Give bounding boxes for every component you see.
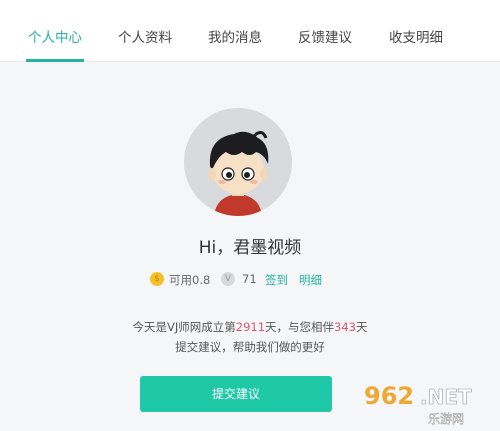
- v-coin-icon: V: [221, 272, 235, 286]
- checkin-link[interactable]: 签到: [265, 272, 288, 288]
- coin-icon: $: [150, 272, 164, 286]
- info-line-1: 今天是VJ师网成立第2911天，与您相伴343天: [0, 317, 500, 337]
- svg-text:962: 962: [364, 382, 414, 410]
- info-prefix: 今天是VJ师网成立第: [132, 320, 236, 334]
- submit-feedback-button[interactable]: 提交建议: [140, 376, 332, 412]
- info-line-2: 提交建议，帮助我们做的更好: [175, 340, 325, 354]
- info-middle: 天，与您相伴: [265, 320, 335, 334]
- details-link[interactable]: 明细: [299, 272, 322, 288]
- tab-personal-center[interactable]: 个人中心: [28, 26, 82, 46]
- info-suffix: 天: [356, 320, 368, 334]
- cartoon-avatar-icon: [184, 108, 292, 216]
- tab-transactions[interactable]: 收支明细: [389, 26, 443, 46]
- tab-feedback[interactable]: 反馈建议: [298, 26, 352, 46]
- active-tab-indicator: [26, 59, 84, 62]
- svg-text:.NET: .NET: [420, 385, 472, 409]
- available-balance: 可用0.8: [169, 273, 211, 287]
- info-text: 今天是VJ师网成立第2911天，与您相伴343天 提交建议，帮助我们做的更好: [0, 317, 500, 357]
- site-days: 2911: [235, 320, 266, 334]
- avatar[interactable]: [184, 108, 292, 216]
- site-watermark-logo: 962 .NET 乐游网: [358, 378, 496, 428]
- svg-text:乐游网: 乐游网: [428, 412, 464, 426]
- user-days: 343: [334, 320, 356, 334]
- tab-messages[interactable]: 我的消息: [208, 26, 262, 46]
- user-greeting: Hi，君墨视频: [198, 238, 302, 258]
- tab-profile[interactable]: 个人资料: [118, 26, 172, 46]
- tab-bar: 个人中心 个人资料 我的消息 反馈建议 收支明细: [0, 0, 500, 62]
- v-count: 71: [242, 272, 257, 286]
